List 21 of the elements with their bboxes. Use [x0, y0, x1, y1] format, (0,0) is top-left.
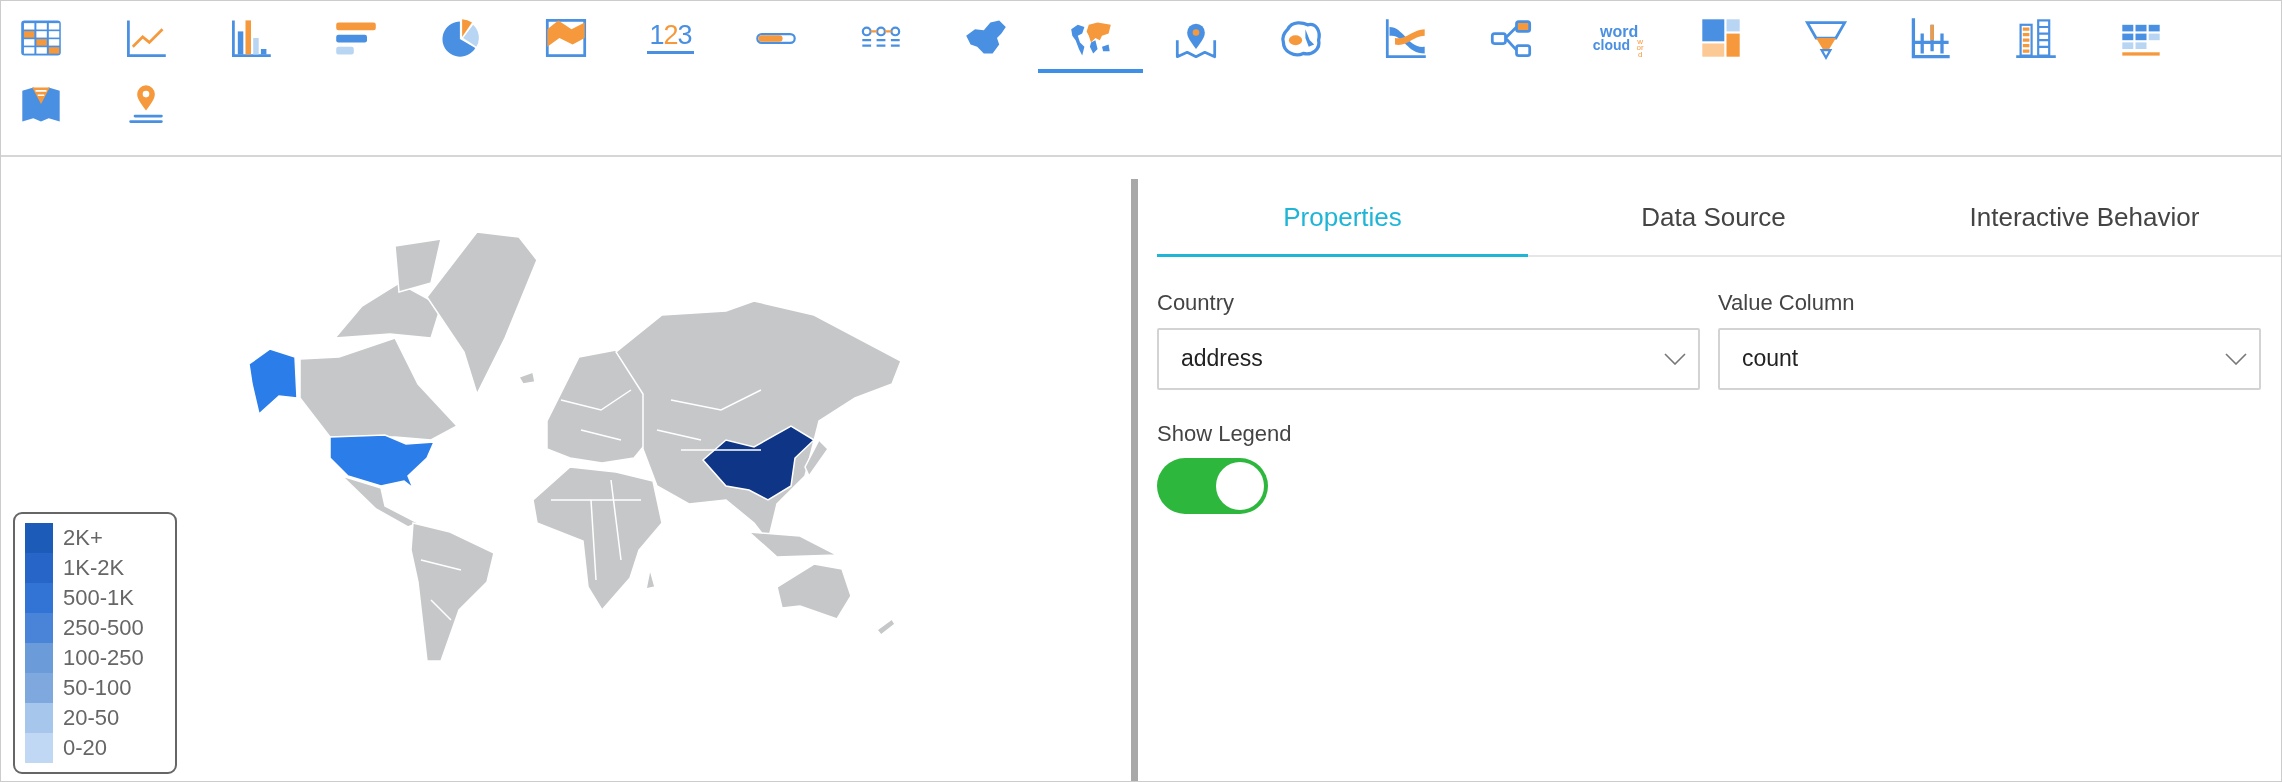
tab[interactable]: Interactive Behavior: [1899, 181, 2270, 257]
dropdown[interactable]: count: [1718, 327, 2261, 390]
area-chart-icon: [543, 16, 588, 60]
legend-label: 0-20: [63, 737, 108, 759]
legend-label: 250-500: [63, 617, 144, 639]
legend-label: 500-1K: [63, 587, 134, 609]
tab[interactable]: Data Source: [1528, 181, 1899, 257]
field-label: Value Column: [1718, 289, 1856, 317]
toggle-label: Show Legend: [1157, 419, 1293, 448]
legend-label: 2K+: [63, 527, 103, 549]
chevron-down-icon: [1664, 352, 1686, 365]
progress-bar-icon: [753, 32, 798, 44]
legend-label: 100-250: [63, 647, 144, 669]
flow-chart-icon: [1383, 16, 1428, 60]
chevron-down-icon: [2225, 352, 2247, 365]
dropdown[interactable]: address: [1157, 327, 1700, 390]
field-label: Country: [1157, 289, 1236, 317]
column-stack-icon: [2013, 16, 2058, 60]
legend-label: 50-100: [63, 677, 132, 699]
legend-label: 1K-2K: [63, 557, 125, 579]
legend-label: 20-50: [63, 707, 120, 729]
